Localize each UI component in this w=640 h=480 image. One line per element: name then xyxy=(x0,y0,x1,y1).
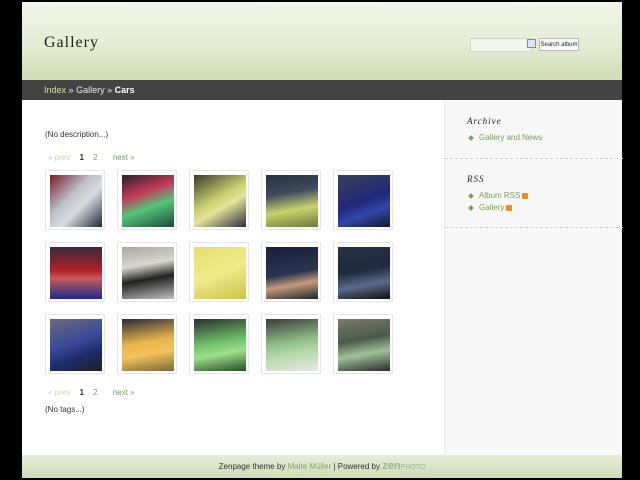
album-content: (No description...) « prev 1 2 next » « … xyxy=(22,100,444,455)
site-title: Gallery xyxy=(44,34,99,51)
thumbnail[interactable] xyxy=(189,170,249,230)
thumbnail[interactable] xyxy=(333,242,393,302)
thumbnail[interactable] xyxy=(189,314,249,374)
diamond-bullet-icon xyxy=(468,205,474,211)
thumbnail[interactable] xyxy=(333,170,393,230)
thumbnail[interactable] xyxy=(117,170,177,230)
footer-theme-text: Zenpage theme by xyxy=(218,462,286,471)
breadcrumb-separator: » xyxy=(68,85,74,95)
car-photo xyxy=(338,319,390,371)
car-photo xyxy=(194,247,246,299)
breadcrumb: Index » Gallery » Cars xyxy=(22,80,622,100)
breadcrumb-separator: » xyxy=(107,85,113,95)
gallery-rss-label: Gallery xyxy=(479,203,505,212)
thumbnail[interactable] xyxy=(45,242,105,302)
rss-feed-icon xyxy=(506,204,513,211)
zenphoto-logo-photo: PHOTO xyxy=(400,464,426,471)
next-page-link[interactable]: next » xyxy=(113,153,135,162)
diamond-bullet-icon xyxy=(468,193,474,199)
prev-page-link: « prev xyxy=(48,388,71,397)
rss-feed-icon xyxy=(522,192,529,199)
breadcrumb-gallery-link[interactable]: Gallery xyxy=(76,85,105,95)
breadcrumb-index-link[interactable]: Index xyxy=(44,85,66,95)
car-photo xyxy=(122,175,174,227)
page: Gallery Search album Index » Gallery » C… xyxy=(22,2,623,478)
zenphoto-logo-zen: zen xyxy=(382,460,401,472)
thumbnail[interactable] xyxy=(261,170,321,230)
car-photo xyxy=(266,247,318,299)
car-photo xyxy=(50,175,102,227)
car-photo xyxy=(194,319,246,371)
search-input[interactable] xyxy=(470,38,532,52)
page-2-link[interactable]: 2 xyxy=(93,388,97,397)
thumbnail[interactable] xyxy=(117,314,177,374)
car-photo xyxy=(122,247,174,299)
thumbnail[interactable] xyxy=(189,242,249,302)
thumbnail[interactable] xyxy=(333,314,393,374)
archive-heading: Archive xyxy=(467,116,502,126)
pagination-bottom: « prev 1 2 next » xyxy=(48,388,142,397)
footer-author-link[interactable]: Malte Müller xyxy=(288,462,332,471)
pagination-top: « prev 1 2 next » xyxy=(48,153,142,162)
archive-link[interactable]: Gallery and News xyxy=(468,133,543,142)
search-button[interactable]: Search album xyxy=(539,38,579,51)
page-2-link[interactable]: 2 xyxy=(93,153,97,162)
rss-heading: RSS xyxy=(467,174,485,184)
car-photo xyxy=(122,319,174,371)
car-photo xyxy=(338,175,390,227)
site-header: Gallery Search album xyxy=(22,2,622,80)
breadcrumb-current: Cars xyxy=(114,85,135,95)
footer-powered-text: | Powered by xyxy=(333,462,380,471)
car-photo xyxy=(50,319,102,371)
album-description: (No description...) xyxy=(45,130,109,139)
thumbnail[interactable] xyxy=(45,170,105,230)
search-options-icon[interactable] xyxy=(527,39,536,48)
album-tags: (No tags...) xyxy=(45,405,85,414)
next-page-link[interactable]: next » xyxy=(113,388,135,397)
prev-page-link: « prev xyxy=(48,153,71,162)
car-photo xyxy=(50,247,102,299)
zenphoto-logo[interactable]: zenPHOTO xyxy=(382,460,426,472)
car-photo xyxy=(194,175,246,227)
diamond-bullet-icon xyxy=(468,135,474,141)
site-footer: Zenpage theme by Malte Müller | Powered … xyxy=(22,455,622,478)
page-1: 1 xyxy=(79,388,84,397)
archive-link-label: Gallery and News xyxy=(479,133,543,142)
sidebar-divider xyxy=(445,158,623,159)
thumbnail[interactable] xyxy=(261,314,321,374)
car-photo xyxy=(266,319,318,371)
album-rss-label: Album RSS xyxy=(479,191,521,200)
car-photo xyxy=(338,247,390,299)
thumbnail[interactable] xyxy=(45,314,105,374)
car-photo xyxy=(266,175,318,227)
sidebar-divider xyxy=(445,227,623,228)
album-rss-link[interactable]: Album RSS xyxy=(468,191,529,200)
thumbnail[interactable] xyxy=(117,242,177,302)
thumbnail[interactable] xyxy=(261,242,321,302)
gallery-rss-link[interactable]: Gallery xyxy=(468,203,513,212)
sidebar: Archive Gallery and News RSS Album RSS G… xyxy=(444,100,623,455)
page-1: 1 xyxy=(79,153,84,162)
